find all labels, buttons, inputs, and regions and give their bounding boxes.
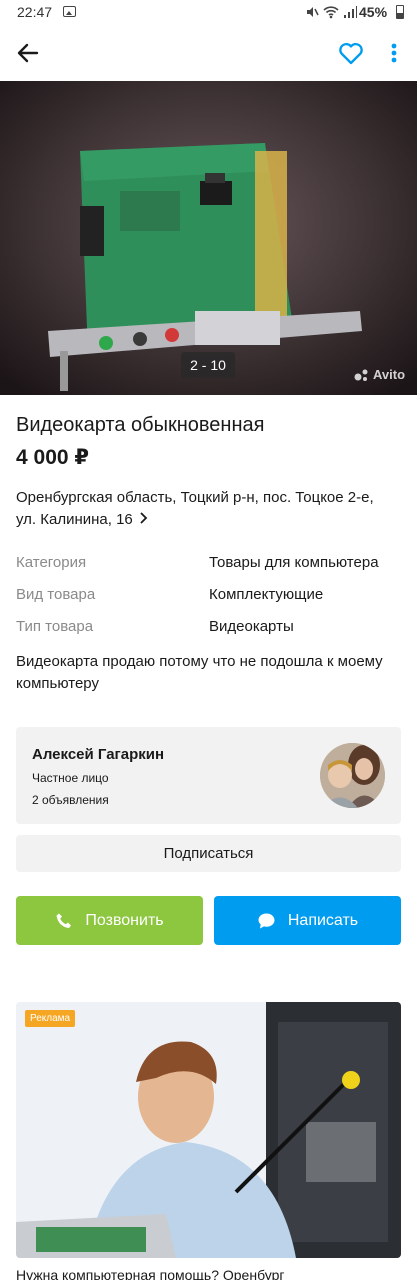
status-bar: 22:47 45% bbox=[0, 0, 417, 24]
listing-price: 4 000 ₽ bbox=[16, 446, 89, 469]
listing-photo-gallery[interactable] bbox=[0, 81, 417, 395]
battery-icon bbox=[396, 5, 404, 19]
favorite-button[interactable] bbox=[336, 38, 366, 68]
listing-description: Видеокарта продаю потому что не подошла … bbox=[16, 653, 383, 692]
param-label-goods-kind: Вид товара bbox=[16, 586, 96, 603]
seller-type: Частное лицо bbox=[32, 771, 109, 785]
app-bar bbox=[0, 24, 417, 81]
call-button-label: Позвонить bbox=[85, 911, 164, 929]
write-button-label: Написать bbox=[287, 911, 359, 929]
param-value-goods-type: Видеокарты bbox=[209, 618, 294, 635]
status-time: 22:47 bbox=[17, 4, 53, 20]
avatar[interactable] bbox=[320, 743, 385, 808]
ad-technician-photo bbox=[16, 1002, 401, 1258]
phone-icon bbox=[56, 913, 72, 928]
ad-banner-image[interactable] bbox=[16, 1002, 401, 1258]
avito-logo-icon bbox=[354, 369, 368, 381]
more-options-button[interactable] bbox=[384, 38, 404, 68]
gallery-notification-icon bbox=[63, 6, 76, 17]
listing-title: Видеокарта обыкновенная bbox=[16, 414, 265, 436]
battery-percent: 45% bbox=[359, 4, 388, 20]
heart-icon bbox=[339, 42, 363, 65]
ad-title[interactable]: Нужна компьютерная помощь? Оренбург bbox=[16, 1267, 285, 1280]
param-value-category: Товары для компьютера bbox=[209, 554, 379, 571]
more-vertical-icon bbox=[391, 43, 397, 63]
param-value-goods-kind: Комплектующие bbox=[209, 586, 324, 603]
mute-icon bbox=[307, 7, 319, 17]
address-text: Оренбургская область, Тоцкий р-н, пос. Т… bbox=[16, 489, 374, 528]
listing-address[interactable]: Оренбургская область, Тоцкий р-н, пос. Т… bbox=[16, 487, 396, 531]
param-label-goods-type: Тип товара bbox=[16, 618, 94, 635]
chevron-right-icon bbox=[139, 509, 148, 531]
write-button[interactable]: Написать bbox=[214, 896, 401, 945]
wifi-icon bbox=[323, 6, 339, 19]
back-arrow-icon bbox=[17, 43, 39, 63]
avito-watermark: Avito bbox=[354, 367, 405, 382]
back-button[interactable] bbox=[12, 38, 44, 68]
chat-bubble-icon bbox=[258, 913, 275, 928]
seller-avatar-photo bbox=[320, 743, 385, 808]
call-button[interactable]: Позвонить bbox=[16, 896, 203, 945]
param-label-category: Категория bbox=[16, 554, 87, 571]
ad-badge: Реклама bbox=[25, 1010, 76, 1027]
seller-name: Алексей Гагаркин bbox=[32, 746, 165, 763]
signal-icon bbox=[344, 6, 357, 18]
seller-card[interactable]: Алексей Гагаркин Частное лицо 2 объявлен… bbox=[16, 727, 401, 824]
graphics-card-photo bbox=[0, 81, 417, 395]
subscribe-button[interactable]: Подписаться bbox=[16, 835, 401, 872]
seller-ads-count: 2 объявления bbox=[32, 793, 109, 807]
watermark-text: Avito bbox=[373, 367, 406, 382]
status-icons bbox=[305, 4, 357, 20]
photo-counter: 2 - 10 bbox=[181, 352, 235, 378]
